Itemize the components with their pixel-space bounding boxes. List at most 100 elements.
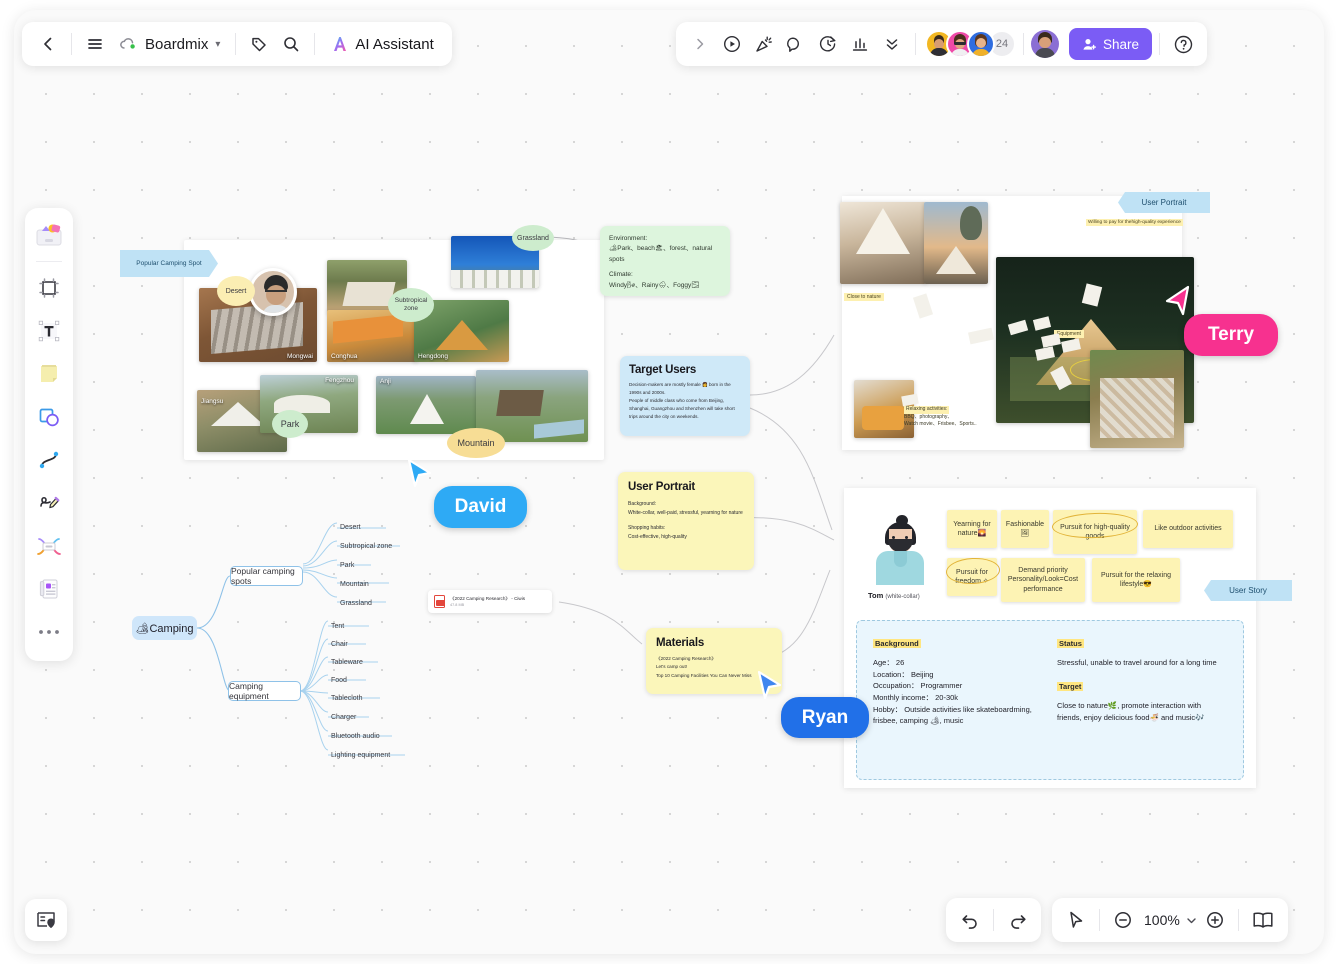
redo-button[interactable] bbox=[1001, 904, 1033, 936]
more-tools[interactable] bbox=[30, 612, 68, 652]
materials-item: Let's camp out! bbox=[656, 664, 688, 670]
detail-row: Age： 26 bbox=[873, 658, 905, 667]
photo-sunset-tent[interactable] bbox=[924, 202, 988, 284]
zoom-out-button[interactable] bbox=[1107, 904, 1139, 936]
zoom-in-button[interactable] bbox=[1199, 904, 1231, 936]
expand-toolbar-button[interactable] bbox=[684, 28, 716, 60]
cursor-david: David bbox=[434, 486, 527, 528]
pill-mountain[interactable]: Mountain bbox=[447, 428, 505, 458]
ai-sparkle-icon bbox=[334, 37, 347, 51]
shape-tool[interactable] bbox=[30, 397, 68, 437]
pen-tool[interactable] bbox=[30, 483, 68, 523]
status-text: Stressful, unable to travel around for a… bbox=[1057, 658, 1217, 667]
persona-role: (white-collar) bbox=[885, 594, 920, 600]
timer-button[interactable] bbox=[812, 28, 844, 60]
bar-divider bbox=[1237, 909, 1239, 931]
connector-tool[interactable] bbox=[30, 440, 68, 480]
current-user-avatar[interactable] bbox=[1031, 30, 1059, 58]
sticky-note-tool[interactable] bbox=[30, 354, 68, 394]
help-button[interactable] bbox=[1167, 28, 1199, 60]
minimap-button[interactable] bbox=[25, 899, 67, 941]
party-popper-icon bbox=[756, 36, 772, 52]
mindmap-leaf[interactable]: Chair bbox=[331, 641, 348, 648]
more-tools-button[interactable] bbox=[876, 28, 908, 60]
back-button[interactable] bbox=[32, 28, 64, 60]
mindmap-root[interactable]: 🏕Camping bbox=[132, 616, 197, 640]
persona-note[interactable]: Pursuit for the relaxing lifestyle😎 bbox=[1092, 558, 1180, 602]
file-card-pdf[interactable]: 《2022 Camping Research》 - Ciwis 47.8 MB bbox=[428, 590, 552, 613]
chevron-left-icon bbox=[44, 37, 52, 51]
share-button[interactable]: Share bbox=[1069, 28, 1153, 60]
ai-assistant-label: AI Assistant bbox=[355, 35, 434, 53]
text-tool[interactable] bbox=[30, 311, 68, 351]
mindmap-leaf[interactable]: Tent bbox=[331, 623, 344, 630]
photo-picnic-table[interactable] bbox=[1090, 350, 1184, 448]
mindmap-leaf[interactable]: Park bbox=[340, 562, 354, 569]
pointer-tool-button[interactable] bbox=[1060, 904, 1092, 936]
tag-icon bbox=[252, 37, 267, 52]
comment-bubble-icon bbox=[787, 37, 799, 52]
tag-button[interactable] bbox=[243, 28, 275, 60]
zoom-level[interactable]: 100% bbox=[1139, 912, 1185, 928]
tag-user-portrait[interactable]: User Portrait bbox=[1118, 192, 1210, 213]
mindmap-leaf[interactable]: Lighting equipment bbox=[331, 752, 390, 759]
pages-button[interactable] bbox=[1246, 904, 1280, 936]
celebrate-button[interactable] bbox=[748, 28, 780, 60]
mindmap-leaf[interactable]: Bluetooth audio bbox=[331, 733, 380, 740]
environment-note[interactable]: Environment: 🏕Park、beach🏖、forest、natural… bbox=[600, 226, 730, 296]
background-label: Background bbox=[873, 639, 921, 648]
collaborator-avatars[interactable]: 24 bbox=[925, 30, 1016, 58]
ai-assistant-button[interactable]: AI Assistant bbox=[322, 34, 441, 54]
frame-tool[interactable] bbox=[30, 268, 68, 308]
menu-button[interactable] bbox=[79, 28, 111, 60]
pill-grassland[interactable]: Grassland bbox=[512, 225, 554, 251]
user-portrait-card[interactable]: User Portrait Background: White-collar, … bbox=[618, 472, 754, 570]
board-name: Boardmix bbox=[145, 35, 209, 53]
document-tool[interactable] bbox=[30, 569, 68, 609]
persona-note[interactable]: Yearning for nature🌄 bbox=[947, 510, 997, 548]
pill-park[interactable]: Park bbox=[272, 410, 308, 438]
mindmap-leaf[interactable]: Tablecloth bbox=[331, 695, 363, 702]
canvas-shell[interactable]: Mongwai Conghua Hengdong Jiangsu Fengzho… bbox=[14, 10, 1324, 954]
mindmap-leaf[interactable]: Tableware bbox=[331, 659, 363, 666]
mindmap-leaf[interactable]: Desert bbox=[340, 524, 361, 531]
photo-tent-interior[interactable] bbox=[840, 202, 926, 284]
chart-button[interactable] bbox=[844, 28, 876, 60]
mindmap-leaf[interactable]: Grassland bbox=[340, 600, 372, 607]
avatar-collaborator-photo[interactable] bbox=[249, 268, 297, 316]
present-button[interactable] bbox=[716, 28, 748, 60]
mindmap-branch-equipment[interactable]: Camping equipment bbox=[228, 681, 301, 701]
mindmap-leaf[interactable]: Mountain bbox=[340, 581, 369, 588]
mindmap-leaf[interactable]: Food bbox=[331, 677, 347, 684]
persona-note[interactable]: Demand priority Personality/Look=Cost pe… bbox=[1001, 558, 1085, 602]
avatar[interactable] bbox=[967, 30, 995, 58]
photo-caption: Hengdong bbox=[418, 353, 448, 360]
search-button[interactable] bbox=[275, 28, 307, 60]
tag-user-story[interactable]: User Story bbox=[1204, 580, 1292, 601]
table-tool[interactable] bbox=[30, 526, 68, 566]
toolbar-divider bbox=[235, 33, 237, 55]
add-person-icon bbox=[1083, 38, 1096, 50]
toolbar-left: Boardmix ▾ AI Assistant bbox=[22, 22, 452, 66]
zoom-out-icon bbox=[1115, 912, 1131, 928]
pill-desert[interactable]: Desert bbox=[217, 276, 255, 306]
share-label: Share bbox=[1103, 36, 1140, 52]
comment-button[interactable] bbox=[780, 28, 812, 60]
pill-subtropical-zone[interactable]: Subtropical zone bbox=[388, 288, 434, 322]
mindmap-branch-spots[interactable]: Popular camping spots bbox=[230, 566, 303, 586]
target-users-card[interactable]: Target Users Decision-makers are mostly … bbox=[620, 356, 750, 436]
rail-divider bbox=[36, 261, 62, 262]
undo-button[interactable] bbox=[954, 904, 986, 936]
tag-popular-camping-spot[interactable]: Popular Camping Spot bbox=[120, 250, 218, 277]
zoom-dropdown-button[interactable] bbox=[1185, 904, 1199, 936]
persona-detail-box[interactable]: Background Age： 26 Location： Beijing Occ… bbox=[856, 620, 1244, 780]
board-name-button[interactable]: Boardmix ▾ bbox=[111, 28, 228, 60]
toolbar-divider bbox=[1023, 33, 1024, 55]
photo-anji[interactable]: Anji bbox=[376, 376, 476, 434]
templates-tool[interactable] bbox=[30, 215, 68, 255]
persona-note[interactable]: Fashionable 🖼 bbox=[1001, 510, 1049, 548]
mindmap-leaf[interactable]: Subtropical zone bbox=[340, 543, 392, 550]
mindmap-leaf[interactable]: Charger bbox=[331, 714, 356, 721]
persona-note[interactable]: Like outdoor activities bbox=[1143, 510, 1233, 548]
toolbar-right: 24 Share bbox=[676, 22, 1208, 66]
